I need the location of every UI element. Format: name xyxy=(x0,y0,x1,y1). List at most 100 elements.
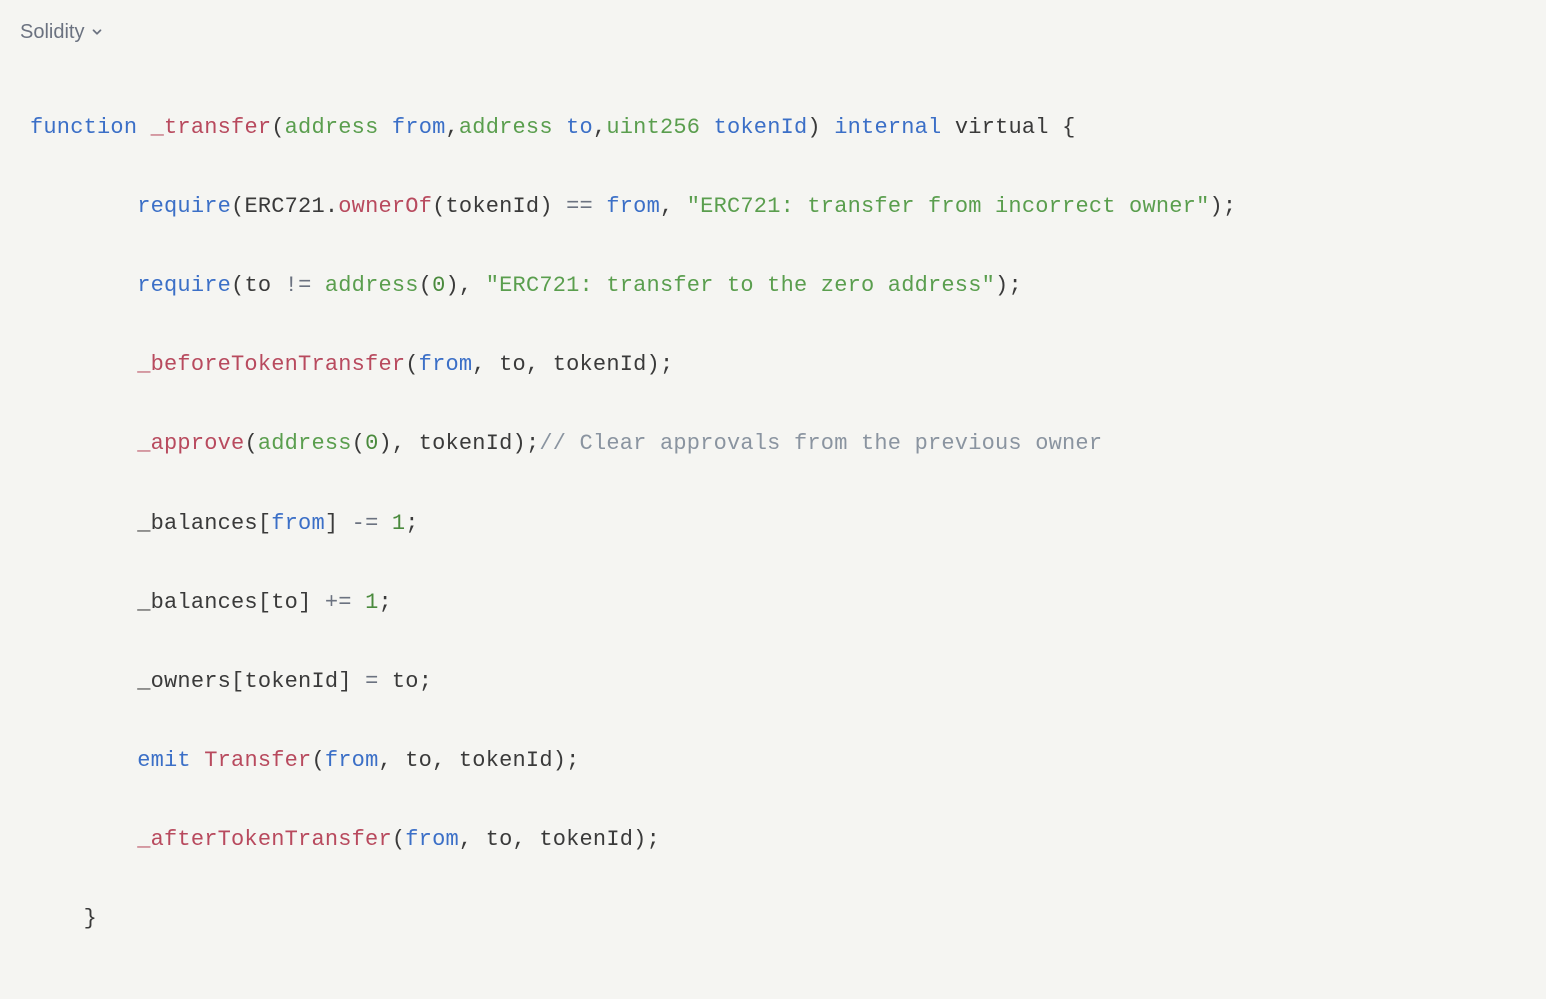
rparen: ) xyxy=(446,273,459,298)
code-line-8: _owners[tokenId] = to; xyxy=(30,662,1516,702)
indent xyxy=(30,827,137,852)
lparen: ( xyxy=(231,194,244,219)
arg-to: to xyxy=(244,273,271,298)
comma: , xyxy=(472,352,499,377)
op-pluseq: += xyxy=(311,590,365,615)
comma: , xyxy=(432,748,459,773)
comma: , xyxy=(526,352,553,377)
code-line-11: } xyxy=(30,899,1516,939)
ident-owners: _owners xyxy=(137,669,231,694)
arg-from: from xyxy=(606,194,660,219)
rbrack: ] xyxy=(298,590,311,615)
arg-to: to xyxy=(499,352,526,377)
comma: , xyxy=(660,194,687,219)
lparen: ( xyxy=(432,194,445,219)
arg-tokenid: tokenId xyxy=(244,669,338,694)
kw-virtual: virtual xyxy=(955,115,1049,140)
comma: , xyxy=(446,115,459,140)
num-one: 1 xyxy=(365,590,378,615)
arg-from: from xyxy=(325,748,379,773)
lbrack: [ xyxy=(231,669,244,694)
rparen: ) xyxy=(633,827,646,852)
class-erc721: ERC721 xyxy=(244,194,324,219)
op-assign: = xyxy=(352,669,392,694)
arg-to: to xyxy=(392,669,419,694)
comma: , xyxy=(392,431,419,456)
indent xyxy=(30,590,137,615)
code-block: function _transfer(address from,address … xyxy=(0,58,1546,999)
code-line-3: require(to != address(0), "ERC721: trans… xyxy=(30,266,1516,306)
arg-from: from xyxy=(405,827,459,852)
semi: ; xyxy=(647,827,660,852)
rparen: ) xyxy=(378,431,391,456)
code-line-4: _beforeTokenTransfer(from, to, tokenId); xyxy=(30,345,1516,385)
op-eq: == xyxy=(553,194,607,219)
lparen: ( xyxy=(405,352,418,377)
string-literal: "ERC721: transfer to the zero address" xyxy=(486,273,995,298)
rbrack: ] xyxy=(338,669,351,694)
arg-tokenid: tokenId xyxy=(446,194,540,219)
rparen: ) xyxy=(539,194,552,219)
string-literal: "ERC721: transfer from incorrect owner" xyxy=(687,194,1210,219)
comma: , xyxy=(513,827,540,852)
chevron-down-icon xyxy=(90,25,104,39)
lparen: ( xyxy=(419,273,432,298)
rparen: ) xyxy=(513,431,526,456)
space xyxy=(191,748,204,773)
rparen: ) xyxy=(807,115,820,140)
arg-tokenid: tokenId xyxy=(419,431,513,456)
code-line-1: function _transfer(address from,address … xyxy=(30,108,1516,148)
comma: , xyxy=(459,273,486,298)
kw-internal: internal xyxy=(834,115,941,140)
fn-address: address xyxy=(258,431,352,456)
lparen: ( xyxy=(352,431,365,456)
type-address: address xyxy=(285,115,379,140)
type-uint256: uint256 xyxy=(606,115,700,140)
fn-transfer: _transfer xyxy=(151,115,272,140)
indent xyxy=(30,194,137,219)
semi: ; xyxy=(378,590,391,615)
fn-approve: _approve xyxy=(137,431,244,456)
fn-require: require xyxy=(137,194,231,219)
indent xyxy=(30,906,84,931)
param-to: to xyxy=(566,115,593,140)
type-address: address xyxy=(459,115,553,140)
semi: ; xyxy=(1008,273,1021,298)
code-line-5: _approve(address(0), tokenId);// Clear a… xyxy=(30,424,1516,464)
kw-function: function xyxy=(30,115,137,140)
fn-aftertokentransfer: _afterTokenTransfer xyxy=(137,827,392,852)
code-line-7: _balances[to] += 1; xyxy=(30,583,1516,623)
lbrack: [ xyxy=(258,590,271,615)
indent xyxy=(30,431,137,456)
kw-emit: emit xyxy=(137,748,191,773)
semi: ; xyxy=(660,352,673,377)
comma: , xyxy=(459,827,486,852)
lbrace: { xyxy=(1062,115,1075,140)
semi: ; xyxy=(1223,194,1236,219)
code-line-9: emit Transfer(from, to, tokenId); xyxy=(30,741,1516,781)
lparen: ( xyxy=(271,115,284,140)
num-zero: 0 xyxy=(365,431,378,456)
ident-balances: _balances xyxy=(137,590,258,615)
arg-tokenid: tokenId xyxy=(553,352,647,377)
dot: . xyxy=(325,194,338,219)
arg-tokenid: tokenId xyxy=(539,827,633,852)
rparen: ) xyxy=(995,273,1008,298)
indent xyxy=(30,669,137,694)
op-ne: != xyxy=(271,273,325,298)
arg-to: to xyxy=(486,827,513,852)
code-line-10: _afterTokenTransfer(from, to, tokenId); xyxy=(30,820,1516,860)
semi: ; xyxy=(526,431,539,456)
semi: ; xyxy=(566,748,579,773)
code-line-6: _balances[from] -= 1; xyxy=(30,504,1516,544)
comma: , xyxy=(593,115,606,140)
param-from: from xyxy=(392,115,446,140)
language-selector[interactable]: Solidity xyxy=(0,0,1546,58)
rparen: ) xyxy=(553,748,566,773)
fn-ownerof: ownerOf xyxy=(338,194,432,219)
indent xyxy=(30,748,137,773)
indent xyxy=(30,273,137,298)
arg-from: from xyxy=(419,352,473,377)
comma: , xyxy=(378,748,405,773)
rparen: ) xyxy=(1209,194,1222,219)
